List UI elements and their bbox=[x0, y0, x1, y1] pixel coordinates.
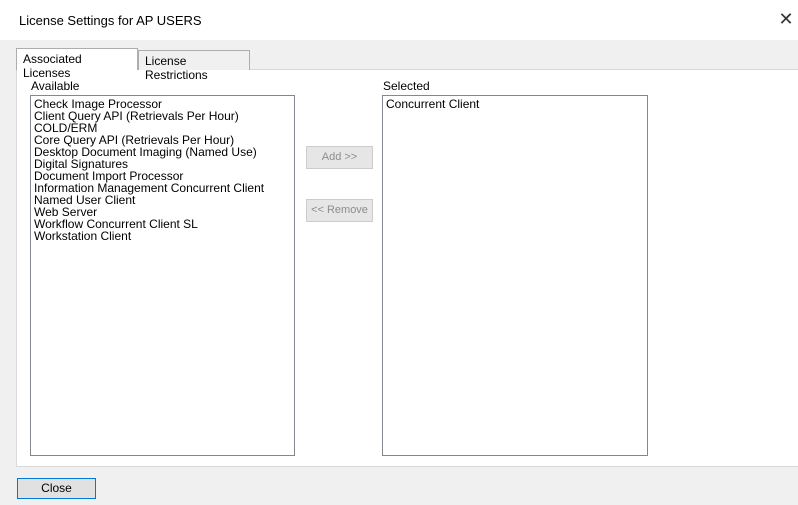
close-icon[interactable]: ✕ bbox=[776, 9, 796, 29]
tab-license-restrictions[interactable]: License Restrictions bbox=[138, 50, 250, 82]
tab-associated-licenses[interactable]: Associated Licenses bbox=[16, 48, 138, 80]
selected-label: Selected bbox=[383, 79, 430, 93]
close-button[interactable]: Close bbox=[17, 478, 96, 499]
title-bar: License Settings for AP USERS ✕ bbox=[0, 0, 798, 40]
list-item[interactable]: Workstation Client bbox=[34, 230, 291, 242]
selected-list[interactable]: Concurrent Client bbox=[382, 95, 648, 456]
window-title: License Settings for AP USERS bbox=[19, 13, 202, 28]
remove-button[interactable]: << Remove bbox=[306, 199, 373, 222]
available-label: Available bbox=[31, 79, 80, 93]
add-button[interactable]: Add >> bbox=[306, 146, 373, 169]
available-list[interactable]: Check Image Processor Client Query API (… bbox=[30, 95, 295, 456]
list-item[interactable]: Concurrent Client bbox=[386, 98, 644, 110]
